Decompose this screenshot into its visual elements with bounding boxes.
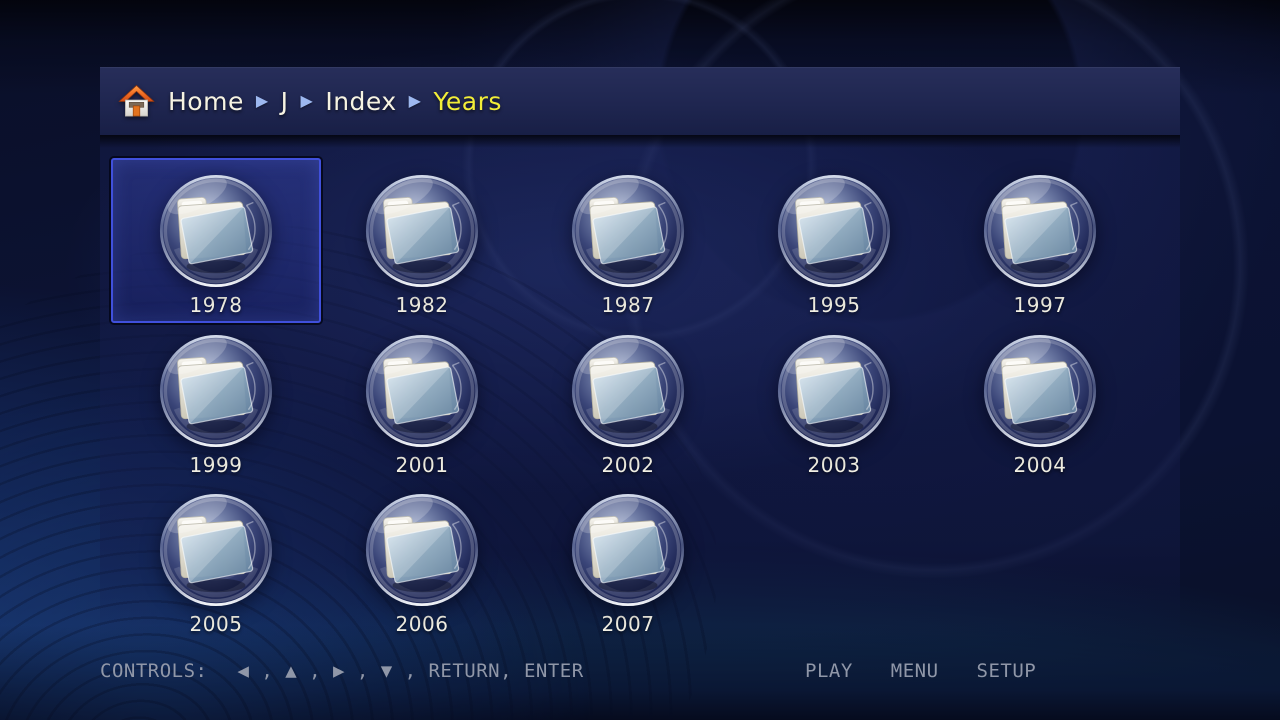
- folder-sphere-icon: [157, 332, 275, 450]
- controls-label: CONTROLS:: [100, 660, 207, 682]
- year-label: 2007: [602, 612, 655, 636]
- folder-sphere-icon: [981, 332, 1099, 450]
- setup-button[interactable]: SETUP: [977, 660, 1037, 682]
- folder-sphere-icon: [363, 172, 481, 290]
- year-item-1999[interactable]: 1999: [111, 318, 321, 483]
- year-label: 2003: [808, 453, 861, 477]
- year-label: 2004: [1014, 453, 1067, 477]
- year-label: 2006: [396, 612, 449, 636]
- folder-sphere-icon: [569, 491, 687, 609]
- year-item-1995[interactable]: 1995: [729, 158, 939, 323]
- year-item-2007[interactable]: 2007: [523, 477, 733, 642]
- folder-sphere-icon: [157, 491, 275, 609]
- year-item-1978[interactable]: 1978: [111, 158, 321, 323]
- year-label: 1999: [190, 453, 243, 477]
- play-button[interactable]: PLAY: [805, 660, 853, 682]
- folder-sphere-icon: [775, 172, 893, 290]
- footer-actions: PLAY MENU SETUP: [805, 660, 1036, 682]
- year-label: 1995: [808, 293, 861, 317]
- folder-sphere-icon: [569, 332, 687, 450]
- year-item-1987[interactable]: 1987: [523, 158, 733, 323]
- year-label: 2005: [190, 612, 243, 636]
- menu-button[interactable]: MENU: [891, 660, 939, 682]
- year-item-2001[interactable]: 2001: [317, 318, 527, 483]
- year-label: 1978: [190, 293, 243, 317]
- controls-keys: ◀ , ▲ , ▶ , ▼ , RETURN, ENTER: [237, 660, 583, 682]
- year-item-2005[interactable]: 2005: [111, 477, 321, 642]
- year-label: 1987: [602, 293, 655, 317]
- year-item-1982[interactable]: 1982: [317, 158, 527, 323]
- media-center-screen: Home ▶ J ▶ Index ▶ Years: [0, 0, 1280, 720]
- folder-sphere-icon: [569, 172, 687, 290]
- folder-sphere-icon: [981, 172, 1099, 290]
- year-item-2003[interactable]: 2003: [729, 318, 939, 483]
- year-grid: 1978: [0, 0, 1280, 720]
- year-item-2002[interactable]: 2002: [523, 318, 733, 483]
- year-label: 2002: [602, 453, 655, 477]
- controls-hint: CONTROLS: ◀ , ▲ , ▶ , ▼ , RETURN, ENTER: [100, 660, 584, 682]
- year-label: 1982: [396, 293, 449, 317]
- year-label: 1997: [1014, 293, 1067, 317]
- folder-sphere-icon: [363, 332, 481, 450]
- year-item-2006[interactable]: 2006: [317, 477, 527, 642]
- folder-sphere-icon: [363, 491, 481, 609]
- year-item-2004[interactable]: 2004: [935, 318, 1145, 483]
- year-label: 2001: [396, 453, 449, 477]
- year-item-1997[interactable]: 1997: [935, 158, 1145, 323]
- footer-bar: CONTROLS: ◀ , ▲ , ▶ , ▼ , RETURN, ENTER …: [0, 656, 1280, 696]
- folder-sphere-icon: [775, 332, 893, 450]
- folder-sphere-icon: [157, 172, 275, 290]
